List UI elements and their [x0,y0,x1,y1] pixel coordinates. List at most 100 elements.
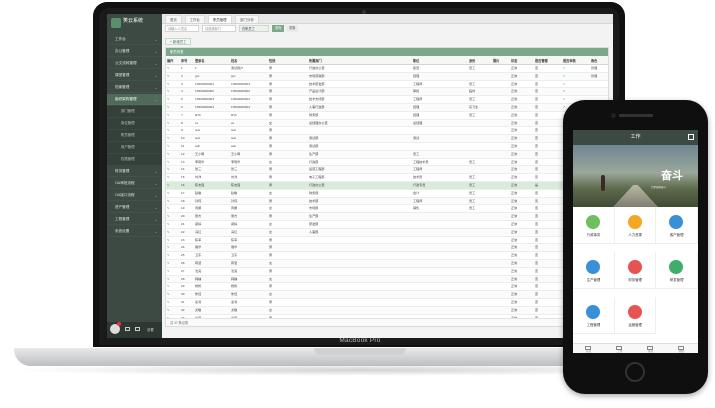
edit-icon[interactable]: ✎ [166,267,180,276]
table-row[interactable]: ✎11adcadc男测试部正常否✓ [166,142,608,151]
edit-icon[interactable]: ✎ [166,259,180,268]
sidebar-subitem[interactable]: 部门管理 [107,106,162,117]
table-row[interactable]: ✎24褚华褚华男正常否✓ [166,243,608,253]
sidebar-item[interactable]: 办公管理 ⌄ [107,46,162,57]
module-tile[interactable]: 生产管理 [573,252,615,289]
table-row[interactable]: ✎ 3 13500000001 13500000001 男技术研发部 工程师 员工 正常否 ✓ [166,80,608,89]
edit-icon[interactable]: ✎ [166,103,180,112]
edit-icon[interactable]: ✎ [166,282,180,292]
sidebar-item[interactable]: 档案管理 ⌄ [107,82,162,93]
edit-icon[interactable]: ✎ [166,189,180,198]
table-row[interactable]: ✎17赵敏赵敏女财务部会计员工正常否✓ [166,189,608,198]
edit-icon[interactable]: ✎ [166,212,180,221]
module-tile[interactable]: 研发管理 [656,252,698,289]
phone-tab[interactable]: 消息 [635,345,666,353]
edit-icon[interactable]: ✎ [166,165,180,175]
edit-icon[interactable]: ✎ [166,228,180,237]
edit-icon[interactable]: ✎ [166,142,180,151]
sidebar-subitem[interactable]: 职员管理 [107,130,162,141]
search-button[interactable]: 查询 [272,25,285,32]
module-tile[interactable]: 行政事务 [573,207,615,244]
table-row[interactable]: ✎30朱佳朱佳女正常否✓ [166,290,608,299]
sidebar-item[interactable]: 组织架构管理 ⌄ [107,94,162,105]
edit-icon[interactable]: ✎ [166,181,180,190]
edit-icon[interactable]: ✎ [166,251,180,260]
sidebar-subitem[interactable]: 权限管理 [107,154,162,165]
column-header[interactable]: 姓名 [230,56,268,65]
phone-tab[interactable]: 首页 [573,345,604,353]
edit-icon[interactable]: ✎ [166,64,180,73]
edit-icon[interactable]: ✎ [166,290,180,299]
edit-icon[interactable]: ✎ [166,111,180,120]
edit-icon[interactable]: ✎ [166,119,180,128]
sidebar-item[interactable]: 资产管理 ⌄ [107,202,162,213]
table-row[interactable]: ✎16陈志强陈志强男行政办公室行政专员员工正常是✓管理 [166,181,608,190]
table-row[interactable]: ✎8cscs女总经理办公室总经理正常否✓ [166,119,608,128]
edit-icon[interactable]: ✎ [166,197,180,206]
edit-icon[interactable]: ✎ [166,275,180,284]
sidebar-subitem[interactable]: 用户管理 [107,142,162,153]
edit-icon[interactable]: ✎ [166,173,180,182]
table-row[interactable]: ✎27沈亮沈亮男正常否✓ [166,267,608,276]
sidebar-item[interactable]: 课堂管理 ⌄ [107,70,162,81]
table-row[interactable]: ✎22冯红冯红女人事部正常否✓ [166,228,608,237]
scan-icon[interactable] [688,134,694,140]
reset-button[interactable]: 重置 [286,25,299,32]
table-row[interactable]: ✎ 4 13500000002 13500000002 男产品设计部 审批 临时 正常否 ✓ [166,87,608,97]
table-row[interactable]: ✎ 2 gm gm 男市场营销部 经理 正常否 ✓ 管理 [166,72,608,81]
phone-tab[interactable]: 工作 [604,345,635,353]
sidebar-item[interactable]: 财务管理 ⌄ [107,166,162,177]
table-row[interactable]: ✎20吴杰吴杰男生产部正常否✓ [166,212,608,221]
tab[interactable]: 职员管理 [208,15,232,23]
message-icon[interactable] [125,327,130,331]
table-row[interactable]: ✎32尤敏尤敏女正常否✓ [166,306,608,315]
column-header[interactable]: 角色 [590,56,608,65]
edit-icon[interactable]: ✎ [166,87,180,97]
edit-icon[interactable]: ✎ [166,134,180,143]
module-tile[interactable]: 客户管理 [656,207,698,244]
edit-icon[interactable]: ✎ [166,95,180,104]
dept-filter-select[interactable]: 请选择部门 [202,25,236,32]
table-row[interactable]: ✎25卫东卫东男正常否✓ [166,251,608,260]
name-filter-input[interactable]: 请输入人员名 [165,25,199,32]
column-header[interactable]: 照片 [492,56,510,65]
sidebar-item[interactable]: 工程管理 ⌄ [107,214,162,225]
column-header[interactable]: 状态 [510,56,534,65]
module-tile[interactable]: 财务管理 [614,252,657,289]
phone-banner[interactable]: 奋斗 为梦想而奋斗 [573,145,698,230]
table-row[interactable]: ✎ 5 13500000003 13500000003 男技术支持部 工程师 员工 正常否 ✓ [166,95,608,104]
module-tile[interactable]: 人力资源 [614,207,657,244]
column-header[interactable]: 职位 [412,56,468,65]
edit-icon[interactable]: ✎ [166,236,180,245]
table-row[interactable]: ✎21郑婷郑婷女研发部正常否✓ [166,220,608,229]
column-header[interactable]: 所属部门 [308,56,412,65]
module-tile[interactable]: 工程管理 [573,297,615,334]
table-row[interactable]: ✎13李晓华李晓华女行政部工程技术员员工正常否✓ [166,158,608,167]
add-employee-button[interactable]: + 新增员工 [165,38,192,45]
edit-icon[interactable]: ✎ [166,204,180,214]
table-row[interactable]: ✎10testtest男测试部测试正常否✓ [166,134,608,143]
column-header[interactable]: 登录名 [194,56,230,65]
column-header[interactable]: 身份 [468,56,492,65]
table-row[interactable]: ✎15刘洋刘洋男电子工程部技术员员工正常否✓ [166,173,608,182]
edit-icon[interactable]: ✎ [166,158,180,167]
tab[interactable]: 部门分析 [235,15,259,23]
edit-icon[interactable]: ✎ [166,72,180,81]
edit-icon[interactable]: ✎ [166,150,180,159]
edit-icon[interactable]: ✎ [166,298,180,307]
status-filter-select[interactable]: 在职员工 [239,25,269,32]
tab[interactable]: 首页 [165,15,182,23]
sidebar-item[interactable]: 公文流转管理 ⌄ [107,58,162,69]
edit-icon[interactable]: ✎ [166,306,180,315]
table-row[interactable]: ✎29杨帆杨帆男正常否✓ [166,282,608,292]
table-row[interactable]: ✎ 6 13500000004 13500000004 男人事行政部 经理 实习生 正常否 ✓ [166,103,608,112]
table-row[interactable]: ✎14张三张三男运营工程部工程师正常否✓ [166,165,608,175]
sidebar-item[interactable]: 系统设置 ⌄ [107,226,162,237]
sidebar-item[interactable]: 工作台 ⌄ [107,34,162,45]
table-row[interactable]: ✎18孙伟孙伟男技术部工程师员工正常否✓ [166,197,608,206]
edit-icon[interactable]: ✎ [166,243,180,253]
column-header[interactable]: 性别 [268,56,308,65]
tab[interactable]: 工作台 [184,15,205,23]
table-row[interactable]: ✎23陈军陈军男正常否✓ [166,236,608,245]
edit-icon[interactable]: ✎ [166,80,180,89]
